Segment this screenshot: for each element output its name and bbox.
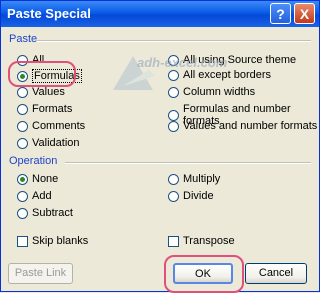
radio-comments-label: Comments [32,120,86,132]
paste-group-label: Paste [9,33,38,45]
radio-validation-indicator[interactable] [17,137,28,149]
help-button[interactable]: ? [270,3,291,24]
paste-special-dialog: Paste Special ? X Paste All Formulas Val… [0,0,320,293]
radio-comments-indicator[interactable] [17,120,28,132]
radio-multiply[interactable]: Multiply [168,173,220,185]
radio-formats-indicator[interactable] [17,103,28,115]
radio-subtract[interactable]: Subtract [17,207,73,219]
radio-add[interactable]: Add [17,190,52,202]
watermark-logo-icon [113,56,155,90]
radio-values-label: Values [32,86,65,98]
watermark-text: adh-excel.com [137,55,228,70]
paste-group-divider [37,40,311,42]
radio-multiply-label: Multiply [183,173,221,185]
operation-group-label: Operation [9,155,58,167]
radio-none-indicator[interactable] [17,173,28,185]
dialog-title: Paste Special [7,6,91,21]
radio-add-indicator[interactable] [17,190,28,202]
radio-validation-label: Validation [32,137,80,149]
operation-group-divider [65,162,311,164]
radio-values-and-number-formats[interactable]: Values and number formats [168,120,317,132]
skip-blanks-label: Skip blanks [32,235,89,247]
radio-subtract-indicator[interactable] [17,207,28,219]
radio-formats-label: Formats [32,103,73,115]
skip-blanks-checkbox[interactable]: Skip blanks [17,235,88,247]
radio-multiply-indicator[interactable] [168,173,179,185]
ok-highlight [164,255,244,293]
radio-formats[interactable]: Formats [17,103,72,115]
close-button[interactable]: X [294,3,315,24]
radio-divide[interactable]: Divide [168,190,214,202]
radio-comments[interactable]: Comments [17,120,85,132]
radio-validation[interactable]: Validation [17,137,80,149]
radio-none-label: None [32,173,59,185]
radio-values-and-number-formats-indicator[interactable] [168,120,179,132]
cancel-button[interactable]: Cancel [245,263,307,284]
radio-divide-indicator[interactable] [168,190,179,202]
radio-values-indicator[interactable] [17,86,28,98]
title-bar[interactable]: Paste Special ? X [1,1,319,27]
skip-blanks-box[interactable] [17,235,28,247]
radio-subtract-label: Subtract [32,207,73,219]
transpose-checkbox[interactable]: Transpose [168,235,235,247]
radio-none[interactable]: None [17,173,58,185]
radio-formulas-and-number-formats-indicator[interactable] [168,109,179,121]
transpose-label: Transpose [183,235,235,247]
radio-add-label: Add [32,190,52,202]
transpose-box[interactable] [168,235,179,247]
paste-link-button[interactable]: Paste Link [8,263,73,284]
radio-divide-label: Divide [183,190,214,202]
radio-values[interactable]: Values [17,86,65,98]
radio-values-and-number-formats-label: Values and number formats [183,120,318,132]
formulas-highlight [8,61,76,87]
